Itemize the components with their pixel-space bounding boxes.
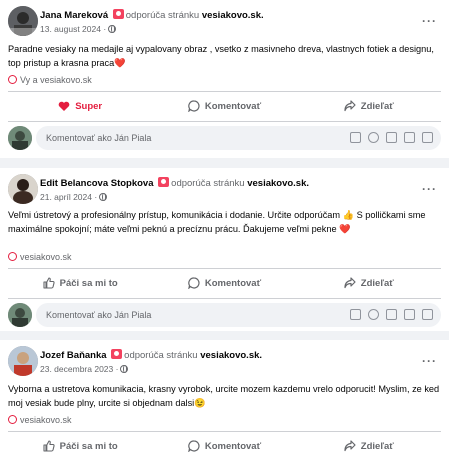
camera-icon[interactable] (386, 309, 397, 320)
divider (8, 121, 441, 122)
page-link[interactable]: vesiakovo.sk (8, 415, 72, 425)
post-date[interactable]: 21. apríl 2024 · (40, 192, 97, 202)
location-pin-icon (8, 252, 17, 261)
composer-tools (350, 309, 433, 320)
sticker-icon[interactable] (350, 132, 361, 143)
recommend-icon (112, 9, 124, 19)
comment-icon (188, 277, 200, 289)
share-button[interactable]: Zdieľať (297, 269, 441, 297)
share-icon (344, 100, 356, 112)
review-post-3: Jozef Baňanka odporúča stránku vesiakovo… (0, 340, 449, 463)
gif-icon[interactable] (404, 309, 415, 320)
divider (8, 298, 441, 299)
composer-tools (350, 132, 433, 143)
sticker-icon[interactable] (422, 309, 433, 320)
share-icon (344, 440, 356, 452)
emoji-icon[interactable] (368, 309, 379, 320)
author-name[interactable]: Edit Belancova Stopkova (40, 178, 154, 189)
location-pin-icon (8, 415, 17, 424)
avatar[interactable] (8, 6, 38, 36)
action-bar: Super Komentovať Zdieľať (8, 92, 441, 120)
heart-icon (58, 101, 70, 111)
recommends-text: odporúča stránku (124, 350, 198, 361)
avatar[interactable] (8, 303, 32, 327)
page-link[interactable]: vesiakovo.sk (8, 252, 72, 262)
avatar[interactable] (8, 174, 38, 204)
heart-icon: ❤️ (114, 58, 126, 68)
post-meta: 23. decembra 2023 · (40, 364, 129, 374)
sticker-icon[interactable] (422, 132, 433, 143)
share-button[interactable]: Zdieľať (297, 432, 441, 460)
recommends-text: odporúča stránku (171, 178, 245, 189)
page-name-link[interactable]: vesiakovo.sk. (247, 178, 309, 189)
more-icon[interactable]: ··· (422, 14, 437, 28)
sticker-icon[interactable] (350, 309, 361, 320)
comment-composer: Komentovať ako Ján Piala (8, 126, 441, 152)
like-icon (43, 277, 55, 289)
action-bar: Páči sa mi to Komentovať Zdieľať (8, 269, 441, 297)
author-line: Edit Belancova Stopkova odporúča stránku… (40, 177, 309, 189)
author-name[interactable]: Jana Mareková (40, 10, 108, 21)
globe-icon (99, 193, 108, 201)
comment-button[interactable]: Komentovať (152, 432, 296, 460)
share-button[interactable]: Zdieľať (297, 92, 441, 120)
post-meta: 21. apríl 2024 · (40, 192, 108, 202)
comment-icon (188, 440, 200, 452)
comment-composer: Komentovať ako Ján Piala (8, 303, 441, 329)
page-name-link[interactable]: vesiakovo.sk. (200, 350, 262, 361)
globe-icon (108, 25, 117, 33)
more-icon[interactable]: ··· (422, 354, 437, 368)
comment-button[interactable]: Komentovať (152, 92, 296, 120)
avatar[interactable] (8, 346, 38, 376)
comment-icon (188, 100, 200, 112)
review-post-2: Edit Belancova Stopkova odporúča stránku… (0, 168, 449, 331)
like-button[interactable]: Páči sa mi to (8, 269, 152, 297)
like-button[interactable]: Páči sa mi to (8, 432, 152, 460)
review-post-1: Jana Mareková odporúča stránku vesiakovo… (0, 0, 449, 158)
globe-icon (120, 365, 129, 373)
action-bar: Páči sa mi to Komentovať Zdieľať (8, 432, 441, 460)
author-name[interactable]: Jozef Baňanka (40, 350, 107, 361)
page-name-link[interactable]: vesiakovo.sk. (202, 10, 264, 21)
like-icon (43, 440, 55, 452)
recommends-text: odporúča stránku (125, 10, 200, 21)
post-text: Veľmi ústretový a profesionálny prístup,… (8, 210, 426, 234)
author-line: Jana Mareková odporúča stránku vesiakovo… (40, 9, 264, 21)
post-header: Edit Belancova Stopkova odporúča stránku… (8, 174, 441, 208)
comment-button[interactable]: Komentovať (152, 269, 296, 297)
post-meta: 13. august 2024 · (40, 24, 117, 34)
like-button[interactable]: Super (8, 92, 152, 120)
share-icon (344, 277, 356, 289)
author-line: Jozef Baňanka odporúča stránku vesiakovo… (40, 349, 262, 361)
post-header: Jozef Baňanka odporúča stránku vesiakovo… (8, 346, 441, 380)
post-text: Paradne vesiaky na medajle aj vypalovany… (8, 44, 434, 68)
post-header: Jana Mareková odporúča stránku vesiakovo… (8, 6, 441, 40)
recommend-icon (111, 349, 123, 359)
emoji-icon[interactable] (368, 132, 379, 143)
page-link[interactable]: Vy a vesiakovo.sk (8, 75, 92, 85)
avatar[interactable] (8, 126, 32, 150)
location-pin-icon (8, 75, 17, 84)
gif-icon[interactable] (404, 132, 415, 143)
post-text: Vyborna a ustretova komunikacia, krasny … (8, 384, 440, 408)
more-icon[interactable]: ··· (422, 182, 437, 196)
recommend-icon (158, 177, 170, 187)
post-date[interactable]: 23. decembra 2023 · (40, 364, 118, 374)
camera-icon[interactable] (386, 132, 397, 143)
post-date[interactable]: 13. august 2024 · (40, 24, 106, 34)
heart-icon: ❤️ (339, 224, 351, 234)
